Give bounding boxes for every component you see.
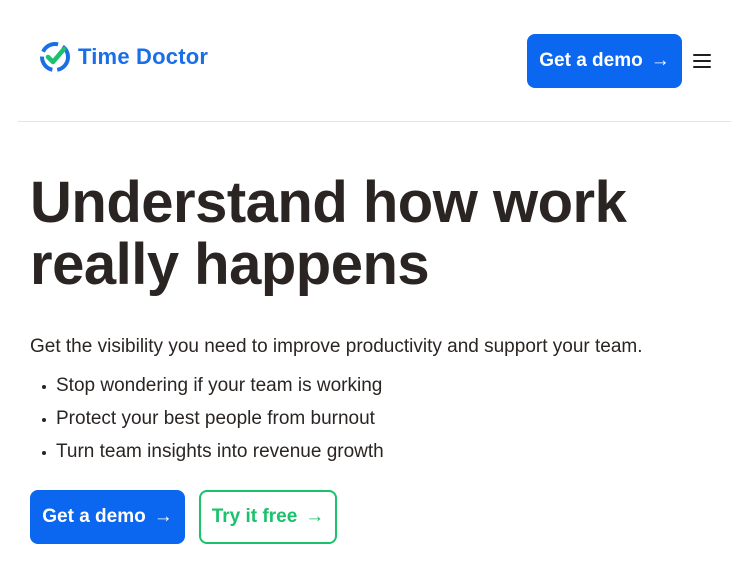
arrow-right-icon: → <box>153 506 173 527</box>
list-item: Stop wondering if your team is working <box>30 373 730 406</box>
hero-headline: Understand how work really happens <box>30 172 730 296</box>
menu-bar <box>693 66 711 68</box>
arrow-right-icon: → <box>650 50 670 71</box>
list-item-text: Turn team insights into revenue growth <box>56 441 384 462</box>
page: Time Doctor Get a demo → Understand how … <box>0 0 750 563</box>
try-it-free-button[interactable]: Try it free → <box>199 490 337 544</box>
bullet-dot-icon <box>42 418 46 422</box>
header-get-demo-label: Get a demo <box>539 50 643 71</box>
logo-text: Time Doctor <box>78 44 209 69</box>
list-item-text: Protect your best people from burnout <box>56 408 375 429</box>
logo[interactable]: Time Doctor <box>38 40 208 74</box>
hero-get-demo-button[interactable]: Get a demo → <box>30 490 185 544</box>
hero-subtitle: Get the visibility you need to improve p… <box>30 336 643 357</box>
header-divider <box>18 121 731 122</box>
headline-line-2: really happens <box>30 232 430 297</box>
site-header: Time Doctor Get a demo → <box>0 0 750 122</box>
arrow-right-icon: → <box>305 506 325 527</box>
benefits-list: Stop wondering if your team is working P… <box>30 373 730 472</box>
header-get-demo-button[interactable]: Get a demo → <box>527 34 682 88</box>
menu-bar <box>693 60 711 62</box>
try-it-free-label: Try it free <box>211 506 298 527</box>
time-doctor-logo-icon <box>40 42 70 72</box>
hero-get-demo-label: Get a demo <box>42 506 146 527</box>
headline-line-1: Understand how work <box>30 170 627 235</box>
list-item-text: Stop wondering if your team is working <box>56 375 383 396</box>
bullet-dot-icon <box>42 451 46 455</box>
list-item: Protect your best people from burnout <box>30 406 730 439</box>
hamburger-menu-icon[interactable] <box>693 50 715 72</box>
bullet-dot-icon <box>42 385 46 389</box>
list-item: Turn team insights into revenue growth <box>30 439 730 472</box>
menu-bar <box>693 54 711 56</box>
